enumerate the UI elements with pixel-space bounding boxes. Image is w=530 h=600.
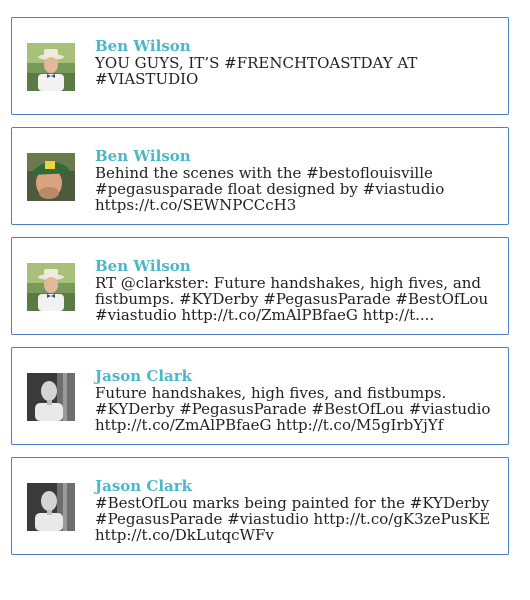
tweet-author[interactable]: Ben Wilson bbox=[95, 148, 191, 164]
jason-clark-bw-photo-icon bbox=[27, 373, 75, 421]
jason-clark-bw-photo-icon bbox=[27, 483, 75, 531]
tweet-card[interactable]: Jason Clark #BestOfLou marks being paint… bbox=[11, 457, 509, 555]
tweet-feed: Ben Wilson YOU GUYS, IT’S #FRENCHTOASTDA… bbox=[0, 0, 530, 600]
tweet-text: #BestOfLou marks being painted for the #… bbox=[95, 494, 491, 544]
avatar[interactable] bbox=[27, 153, 75, 201]
tweet-author[interactable]: Ben Wilson bbox=[95, 258, 191, 274]
avatar[interactable] bbox=[27, 483, 75, 531]
avatar[interactable] bbox=[27, 373, 75, 421]
tweet-author[interactable]: Jason Clark bbox=[95, 368, 192, 384]
ben-wilson-cap-photo-icon bbox=[27, 153, 75, 201]
tweet-card[interactable]: Jason Clark Future handshakes, high five… bbox=[11, 347, 509, 445]
ben-wilson-bowtie-photo-icon bbox=[27, 43, 75, 91]
tweet-card[interactable]: Ben Wilson RT @clarkster: Future handsha… bbox=[11, 237, 509, 335]
tweet-text: Future handshakes, high fives, and fistb… bbox=[95, 384, 491, 434]
tweet-card[interactable]: Ben Wilson YOU GUYS, IT’S #FRENCHTOASTDA… bbox=[11, 17, 509, 115]
tweet-text: Behind the scenes with the #bestoflouisv… bbox=[95, 164, 445, 214]
ben-wilson-bowtie-photo-icon bbox=[27, 263, 75, 311]
tweet-card[interactable]: Ben Wilson Behind the scenes with the #b… bbox=[11, 127, 509, 225]
avatar[interactable] bbox=[27, 263, 75, 311]
avatar[interactable] bbox=[27, 43, 75, 91]
tweet-author[interactable]: Jason Clark bbox=[95, 478, 192, 494]
tweet-text: YOU GUYS, IT’S #FRENCHTOASTDAY AT #VIAST… bbox=[95, 54, 418, 88]
tweet-text: RT @clarkster: Future handshakes, high f… bbox=[95, 274, 489, 324]
tweet-author[interactable]: Ben Wilson bbox=[95, 38, 191, 54]
